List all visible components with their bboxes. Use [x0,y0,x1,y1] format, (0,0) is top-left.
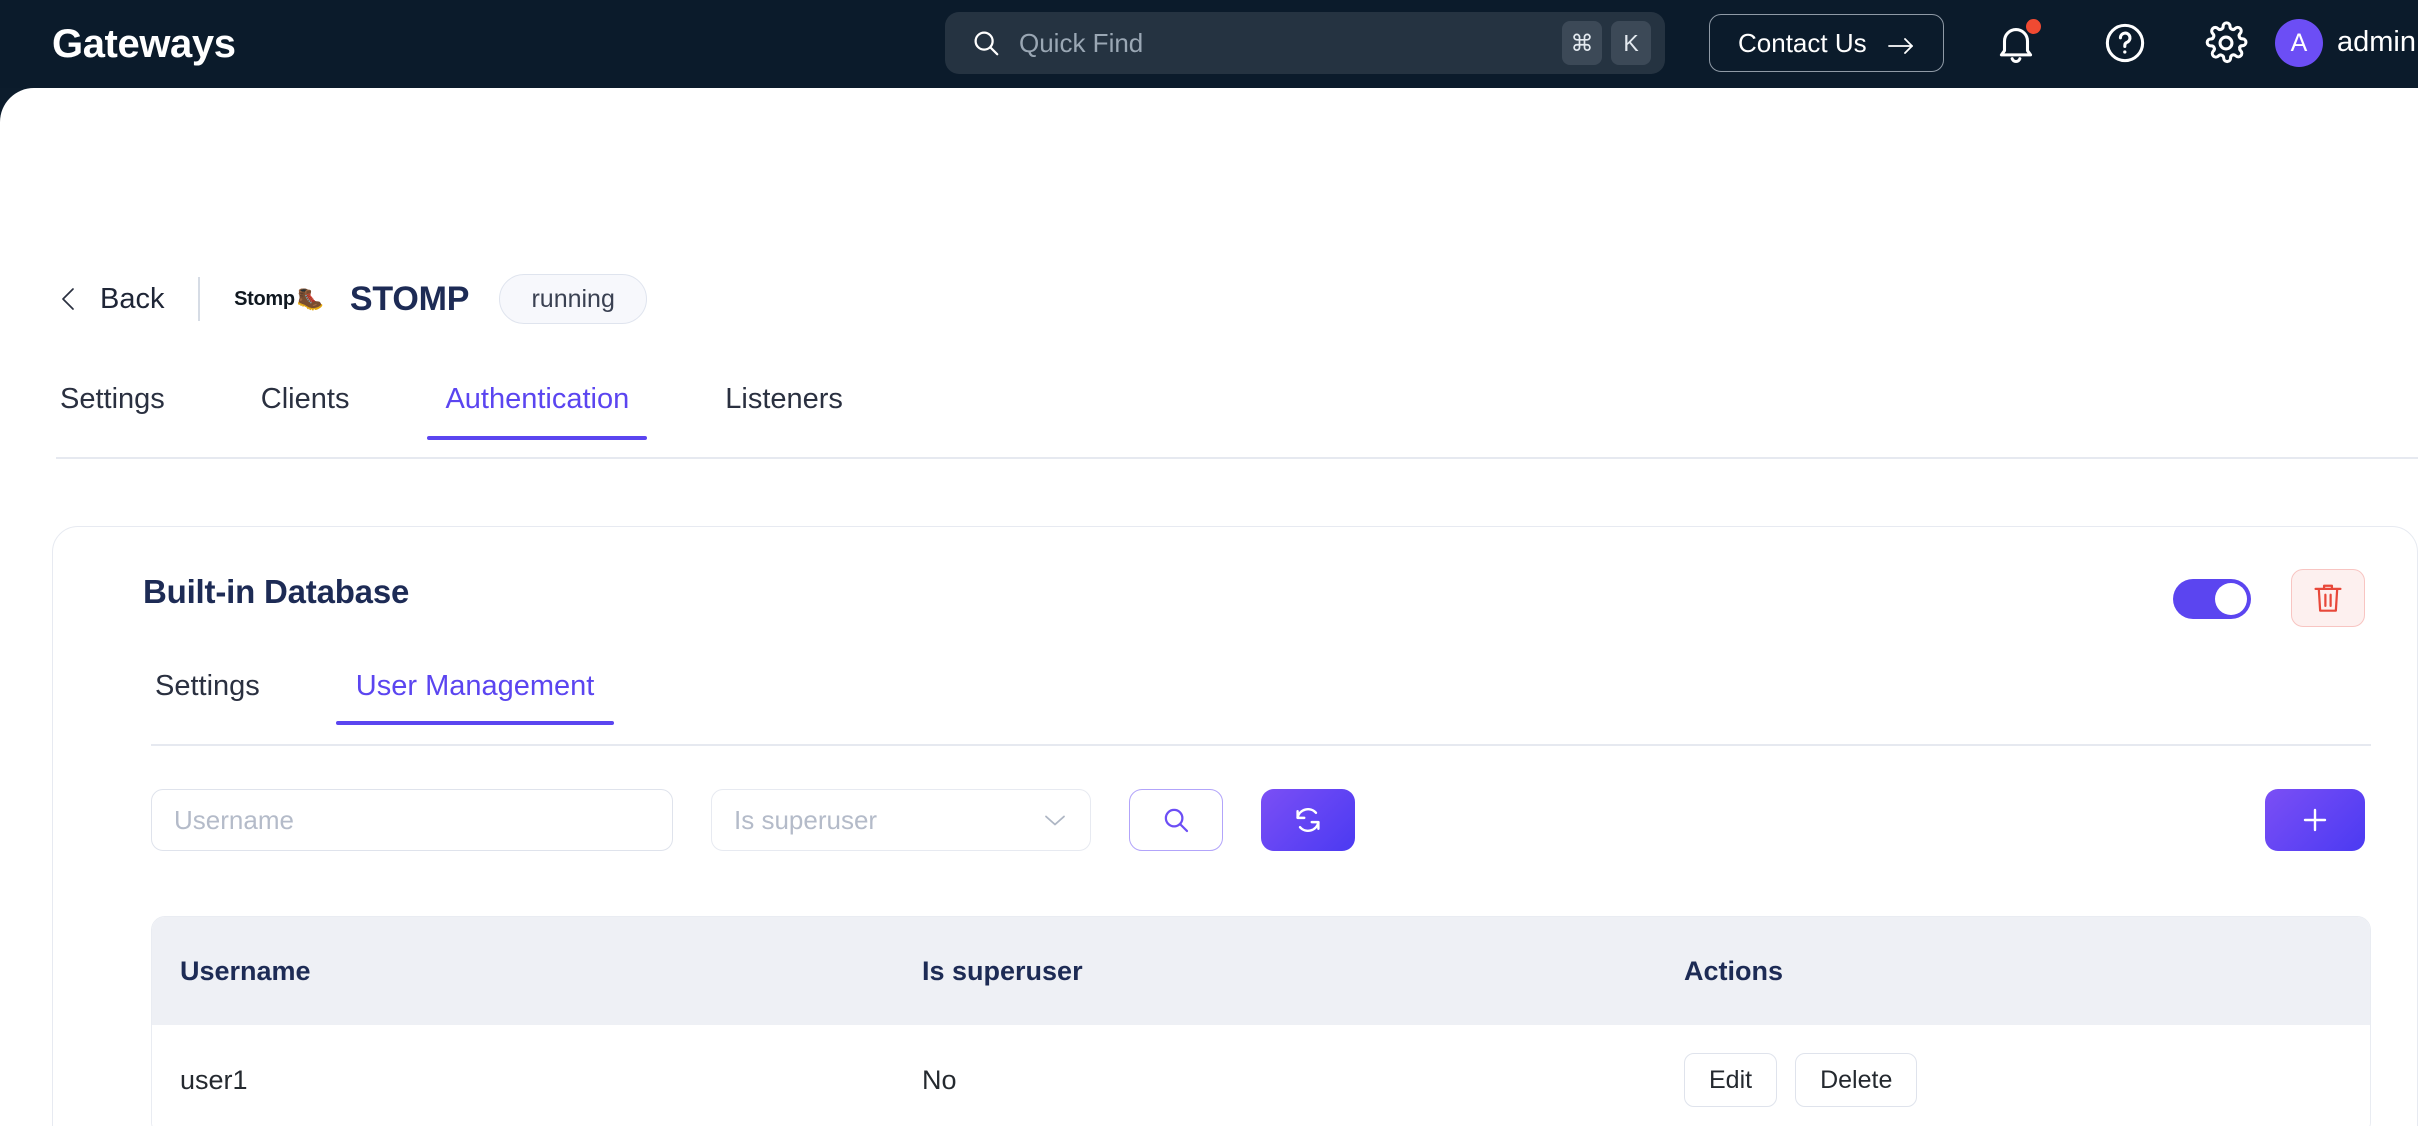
card-tab-settings[interactable]: Settings [151,670,264,725]
delete-user-button[interactable]: Delete [1795,1053,1918,1107]
is-superuser-filter-select[interactable]: Is superuser [711,789,1091,851]
app-brand-title: Gateways [52,21,236,66]
card-title: Built-in Database [143,573,410,610]
card-header: Built-in Database [53,527,2417,645]
quick-find-search-box[interactable]: ⌘ K [945,12,1665,74]
search-icon [1164,808,1189,833]
table-row: user1 No Edit Delete [152,1025,2370,1126]
settings-button[interactable] [2203,20,2249,66]
chevron-left-icon[interactable] [56,284,82,314]
cell-is-superuser: No [922,1064,957,1095]
built-in-database-card: Built-in Database Settings User Manageme… [52,526,2418,1126]
help-circle-icon [2105,23,2145,63]
card-tab-user-management[interactable]: User Management [335,670,614,725]
add-user-button[interactable] [2265,789,2365,851]
boot-icon: 🥾 [296,286,324,311]
gateway-tabs-divider [56,457,2418,459]
gateway-logo-text: Stomp [234,287,295,310]
edit-user-button[interactable]: Edit [1684,1053,1778,1107]
breadcrumb: Back Stomp 🥾 STOMP running [56,270,648,328]
username-label: admin [2337,26,2416,58]
shortcut-key-k: K [1611,21,1651,65]
search-input[interactable] [1019,27,1553,59]
tab-settings[interactable]: Settings [56,383,169,440]
tab-clients[interactable]: Clients [257,383,354,440]
main-content-panel: Back Stomp 🥾 STOMP running Settings Clie… [0,88,2418,1126]
top-navigation-bar: Gateways ⌘ K Contact Us [0,0,2418,88]
back-button[interactable]: Back [100,283,164,316]
card-tabs-divider [151,744,2371,746]
notification-badge-dot [2026,19,2041,34]
delete-authenticator-button[interactable] [2291,569,2365,627]
arrow-right-icon [1887,32,1915,54]
search-icon [971,28,1001,58]
toggle-knob [2215,583,2247,615]
column-header-actions: Actions [1684,955,1784,986]
plus-icon [2303,808,2327,832]
contact-us-button[interactable]: Contact Us [1709,14,1944,72]
shortcut-key-cmd: ⌘ [1562,21,1602,65]
chevron-down-icon [1042,812,1068,828]
column-header-is-superuser: Is superuser [922,955,1083,986]
apply-filter-button[interactable] [1129,789,1223,851]
table-header-row: Username Is superuser Actions [152,917,2370,1025]
trash-icon [2314,584,2342,612]
tab-authentication[interactable]: Authentication [427,383,648,440]
column-header-username: Username [180,955,311,986]
avatar[interactable]: A [2275,19,2323,67]
notifications-button[interactable] [1993,19,2041,66]
cell-username: user1 [180,1064,248,1095]
card-tabs: Settings User Management [151,670,686,725]
filter-toolbar: Is superuser [151,789,1355,851]
cell-actions: Edit Delete [1684,1053,2370,1107]
gateway-tabs: Settings Clients Authentication Listener… [56,383,2418,457]
status-badge: running [499,274,648,324]
users-table: Username Is superuser Actions user1 No E… [151,916,2371,1126]
contact-us-label: Contact Us [1738,27,1867,58]
is-superuser-filter-value: Is superuser [734,804,878,835]
page-title: STOMP [349,279,470,318]
refresh-icon [1296,808,1320,832]
tab-listeners[interactable]: Listeners [721,383,847,440]
enable-toggle[interactable] [2173,579,2251,619]
gateway-logo: Stomp 🥾 [234,286,324,312]
help-button[interactable] [2102,20,2148,66]
breadcrumb-divider [198,277,201,321]
reset-filter-button[interactable] [1261,789,1355,851]
gear-icon [2205,21,2248,64]
username-filter-input[interactable] [151,789,673,851]
